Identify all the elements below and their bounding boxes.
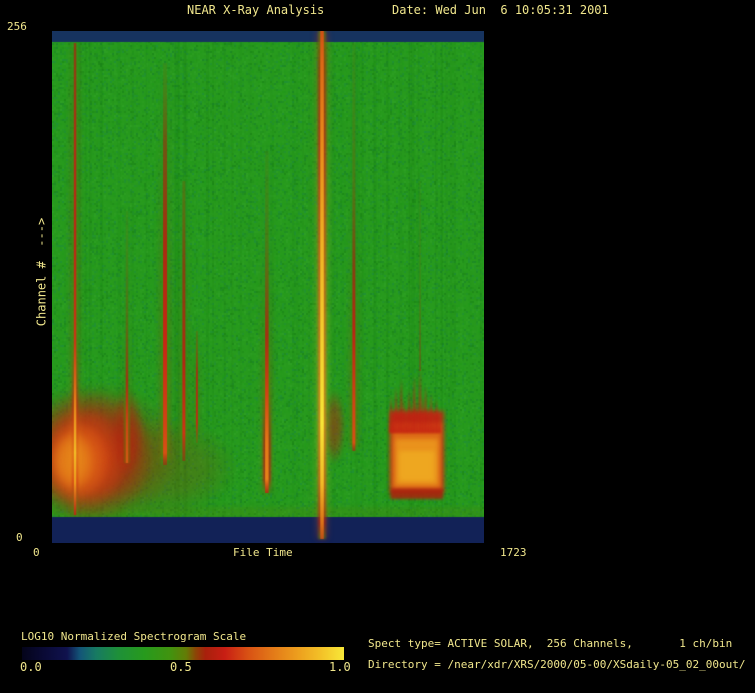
x-axis-min-label: 0 [33, 546, 40, 559]
spectrogram-canvas [52, 31, 484, 543]
x-axis-max-label: 1723 [500, 546, 527, 559]
x-axis-title: File Time [233, 546, 293, 559]
header-date: Date: Wed Jun 6 10:05:31 2001 [392, 4, 609, 17]
y-axis-max-label: 256 [7, 20, 27, 33]
colorbar-tick-max: 1.0 [329, 661, 351, 674]
colorbar-tick-mid: 0.5 [170, 661, 192, 674]
y-axis-title: Channel # ---> [36, 218, 49, 326]
colorbar-tick-min: 0.0 [20, 661, 42, 674]
page-title: NEAR X-Ray Analysis [187, 4, 324, 17]
colorbar-title: LOG10 Normalized Spectrogram Scale [21, 630, 246, 643]
near-xray-window: NEAR X-Ray Analysis Date: Wed Jun 6 10:0… [0, 0, 755, 693]
colorbar [22, 647, 344, 660]
y-axis-min-label: 0 [16, 531, 23, 544]
directory-text: Directory = /near/xdr/XRS/2000/05-00/XSd… [368, 658, 746, 671]
spect-type-text: Spect type= ACTIVE SOLAR, 256 Channels, … [368, 637, 732, 650]
spectrogram-plot [52, 31, 484, 543]
